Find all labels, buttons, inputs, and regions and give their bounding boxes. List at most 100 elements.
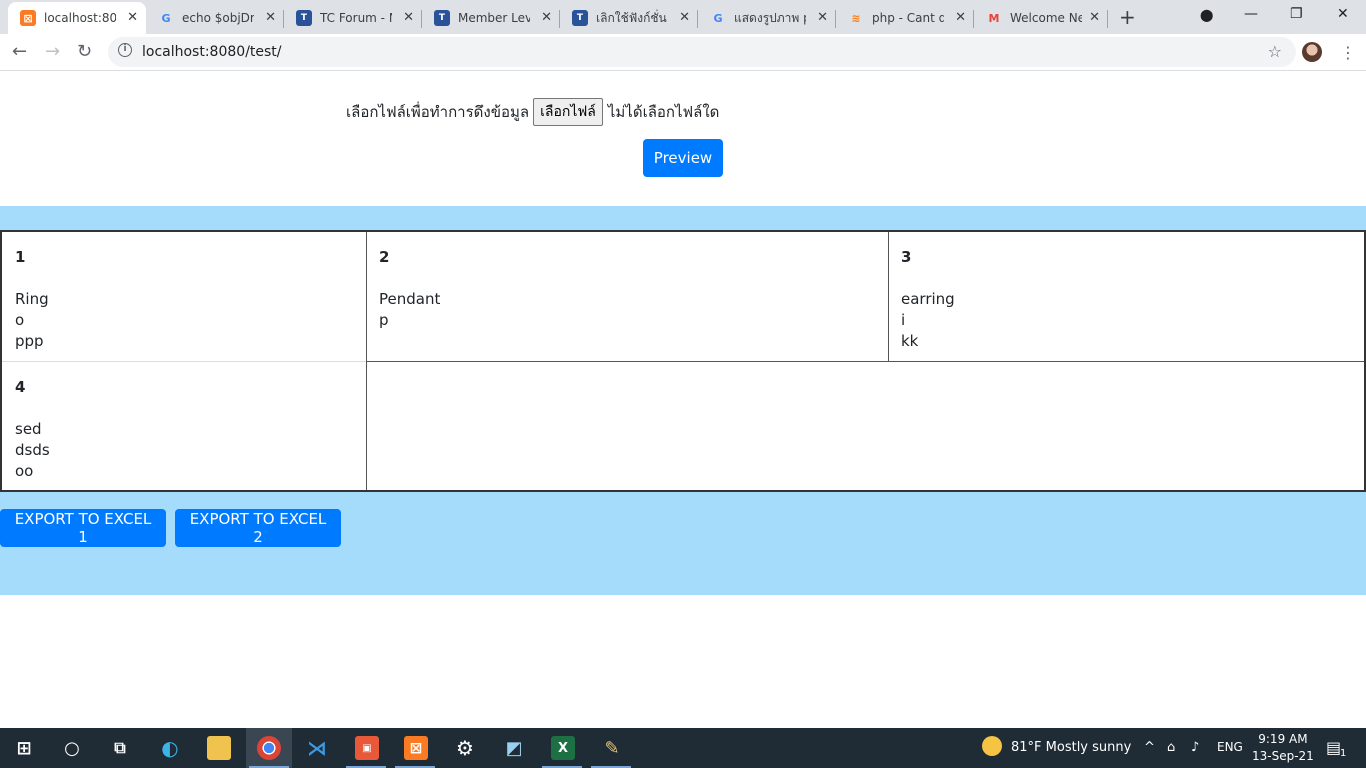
cell-line: i	[901, 311, 906, 329]
browser-tab-strip: ⊠ localhost:8080/test/ ✕ G echo $objDraw…	[0, 0, 1366, 34]
bookmark-star-icon[interactable]: ☆	[1268, 42, 1282, 61]
minimize-icon[interactable]: —	[1244, 6, 1258, 22]
file-upload-row: เลือกไฟล์เพื่อทำการดึงข้อมูล เลือกไฟล์ ไ…	[346, 98, 719, 126]
app-icon[interactable]: ▣	[355, 736, 379, 760]
notifications-icon[interactable]: ▤	[1326, 738, 1341, 757]
grid-cell: 2 Pendant p	[366, 232, 888, 361]
tab-thai-function[interactable]: T เลิกใช้ฟังก์ชั่น m ✕	[560, 2, 698, 34]
window-close-icon[interactable]: ✕	[1337, 6, 1349, 22]
forward-icon[interactable]: →	[45, 41, 60, 62]
export-excel-1-button[interactable]: EXPORT TO EXCEL 1	[0, 509, 166, 547]
xampp-icon: ⊠	[20, 10, 36, 26]
notification-count: 1	[1340, 748, 1347, 759]
tab-title: Member Leve	[458, 11, 530, 25]
file-explorer-icon[interactable]	[207, 736, 231, 760]
cell-line: dsds	[15, 441, 50, 459]
chevron-up-icon[interactable]: ^	[1144, 740, 1155, 755]
forum-icon: T	[296, 10, 312, 26]
tab-title: echo $objDraw	[182, 11, 254, 25]
weather-icon[interactable]	[982, 736, 1002, 756]
data-grid: 1 Ring o ppp 2 Pendant p 3 earring i kk …	[0, 230, 1366, 492]
cell-line: kk	[901, 332, 919, 350]
tab-gmail[interactable]: M Welcome New ✕	[974, 2, 1108, 34]
grid-cell: 1 Ring o ppp	[2, 232, 366, 361]
close-icon[interactable]: ✕	[127, 10, 138, 25]
close-icon[interactable]: ✕	[403, 10, 414, 25]
windows-start-icon[interactable]: ⊞	[12, 736, 36, 760]
tab-title: php - Cant di	[872, 11, 944, 25]
cell-number: 4	[15, 378, 26, 396]
task-view-icon[interactable]: ⧉	[108, 736, 132, 760]
tab-title: เลิกใช้ฟังก์ชั่น m	[596, 10, 668, 25]
settings-gear-icon[interactable]: ⚙	[453, 736, 477, 760]
cell-line: oo	[15, 462, 34, 480]
stackoverflow-icon: ≋	[851, 11, 861, 25]
close-icon[interactable]: ✕	[817, 10, 828, 25]
close-icon[interactable]: ✕	[679, 10, 690, 25]
tab-tc-forum[interactable]: T TC Forum - N ✕	[284, 2, 422, 34]
close-icon[interactable]: ✕	[541, 10, 552, 25]
info-icon[interactable]: i	[118, 43, 132, 57]
upload-label: เลือกไฟล์เพื่อทำการดึงข้อมูล	[346, 103, 530, 121]
tab-separator	[1107, 10, 1108, 28]
network-icon[interactable]: ⌂	[1167, 740, 1175, 755]
tab-title: TC Forum - N	[320, 11, 392, 25]
url-text[interactable]: localhost:8080/test/	[142, 44, 282, 60]
restore-icon[interactable]: ❐	[1290, 6, 1303, 22]
gmail-icon: M	[988, 11, 1000, 25]
export-excel-2-button[interactable]: EXPORT TO EXCEL 2	[175, 509, 341, 547]
search-icon[interactable]: ○	[60, 736, 84, 760]
tab-member-level[interactable]: T Member Leve ✕	[422, 2, 560, 34]
system-clock[interactable]: 9:19 AM 13-Sep-21	[1252, 731, 1314, 765]
vscode-icon[interactable]: ⋊	[305, 736, 329, 760]
tab-php-stackoverflow[interactable]: ≋ php - Cant di ✕	[836, 2, 974, 34]
page-content: เลือกไฟล์เพื่อทำการดึงข้อมูล เลือกไฟล์ ไ…	[0, 71, 1366, 728]
language-indicator[interactable]: ENG	[1217, 740, 1243, 754]
preview-button[interactable]: Preview	[643, 139, 723, 177]
cell-line: Pendant	[379, 290, 441, 308]
forum-icon: T	[434, 10, 450, 26]
cell-line: o	[15, 311, 25, 329]
paint-icon[interactable]: ✎	[600, 736, 624, 760]
google-icon: G	[713, 11, 723, 25]
close-icon[interactable]: ✕	[955, 10, 966, 25]
volume-icon[interactable]: ♪	[1191, 740, 1199, 755]
file-status-text: ไม่ได้เลือกไฟล์ใด	[607, 103, 720, 121]
grid-cell: 4 sed dsds oo	[2, 362, 366, 490]
choose-file-button[interactable]: เลือกไฟล์	[533, 98, 603, 126]
tab-title: Welcome New	[1010, 11, 1082, 25]
tab-localhost[interactable]: ⊠ localhost:8080/test/ ✕	[8, 2, 146, 34]
address-bar[interactable]: i localhost:8080/test/ ☆	[108, 37, 1296, 67]
reload-icon[interactable]: ↻	[77, 41, 92, 62]
tab-title: แสดงรูปภาพ ph	[734, 10, 806, 25]
chrome-icon[interactable]	[257, 736, 281, 760]
tab-echo-objdraw[interactable]: G echo $objDraw ✕	[146, 2, 284, 34]
grid-divider	[366, 361, 1364, 362]
cell-line: sed	[15, 420, 42, 438]
forum-icon: T	[572, 10, 588, 26]
tab-search-icon[interactable]: ⬤	[1200, 8, 1213, 22]
new-tab-icon[interactable]: +	[1119, 5, 1136, 29]
cell-line: ppp	[15, 332, 44, 350]
close-icon[interactable]: ✕	[1089, 10, 1100, 25]
clock-time: 9:19 AM	[1258, 732, 1308, 746]
windows-taskbar: ⊞ ○ ⧉ ◐ ⋊ ▣ ⊠ ⚙ ◩ X ✎ 81°F Mostly sunny …	[0, 728, 1366, 768]
clock-date: 13-Sep-21	[1252, 749, 1314, 763]
results-band: 1 Ring o ppp 2 Pendant p 3 earring i kk …	[0, 206, 1366, 595]
profile-avatar[interactable]	[1302, 42, 1322, 62]
weather-text[interactable]: 81°F Mostly sunny	[1011, 740, 1131, 755]
menu-kebab-icon[interactable]: ⋮	[1340, 43, 1356, 62]
grid-cell: 3 earring i kk	[888, 232, 1364, 361]
back-icon[interactable]: ←	[12, 41, 27, 62]
tab-title: localhost:8080/test/	[44, 11, 116, 25]
cell-number: 2	[379, 248, 390, 266]
tab-thai-image[interactable]: G แสดงรูปภาพ ph ✕	[698, 2, 836, 34]
edge-icon[interactable]: ◐	[158, 736, 182, 760]
excel-icon[interactable]: X	[551, 736, 575, 760]
cell-line: p	[379, 311, 389, 329]
close-icon[interactable]: ✕	[265, 10, 276, 25]
browser-toolbar: ← → ↻ i localhost:8080/test/ ☆	[0, 34, 1366, 71]
xampp-icon[interactable]: ⊠	[404, 736, 428, 760]
notepad-icon[interactable]: ◩	[502, 736, 526, 760]
cell-number: 3	[901, 248, 912, 266]
